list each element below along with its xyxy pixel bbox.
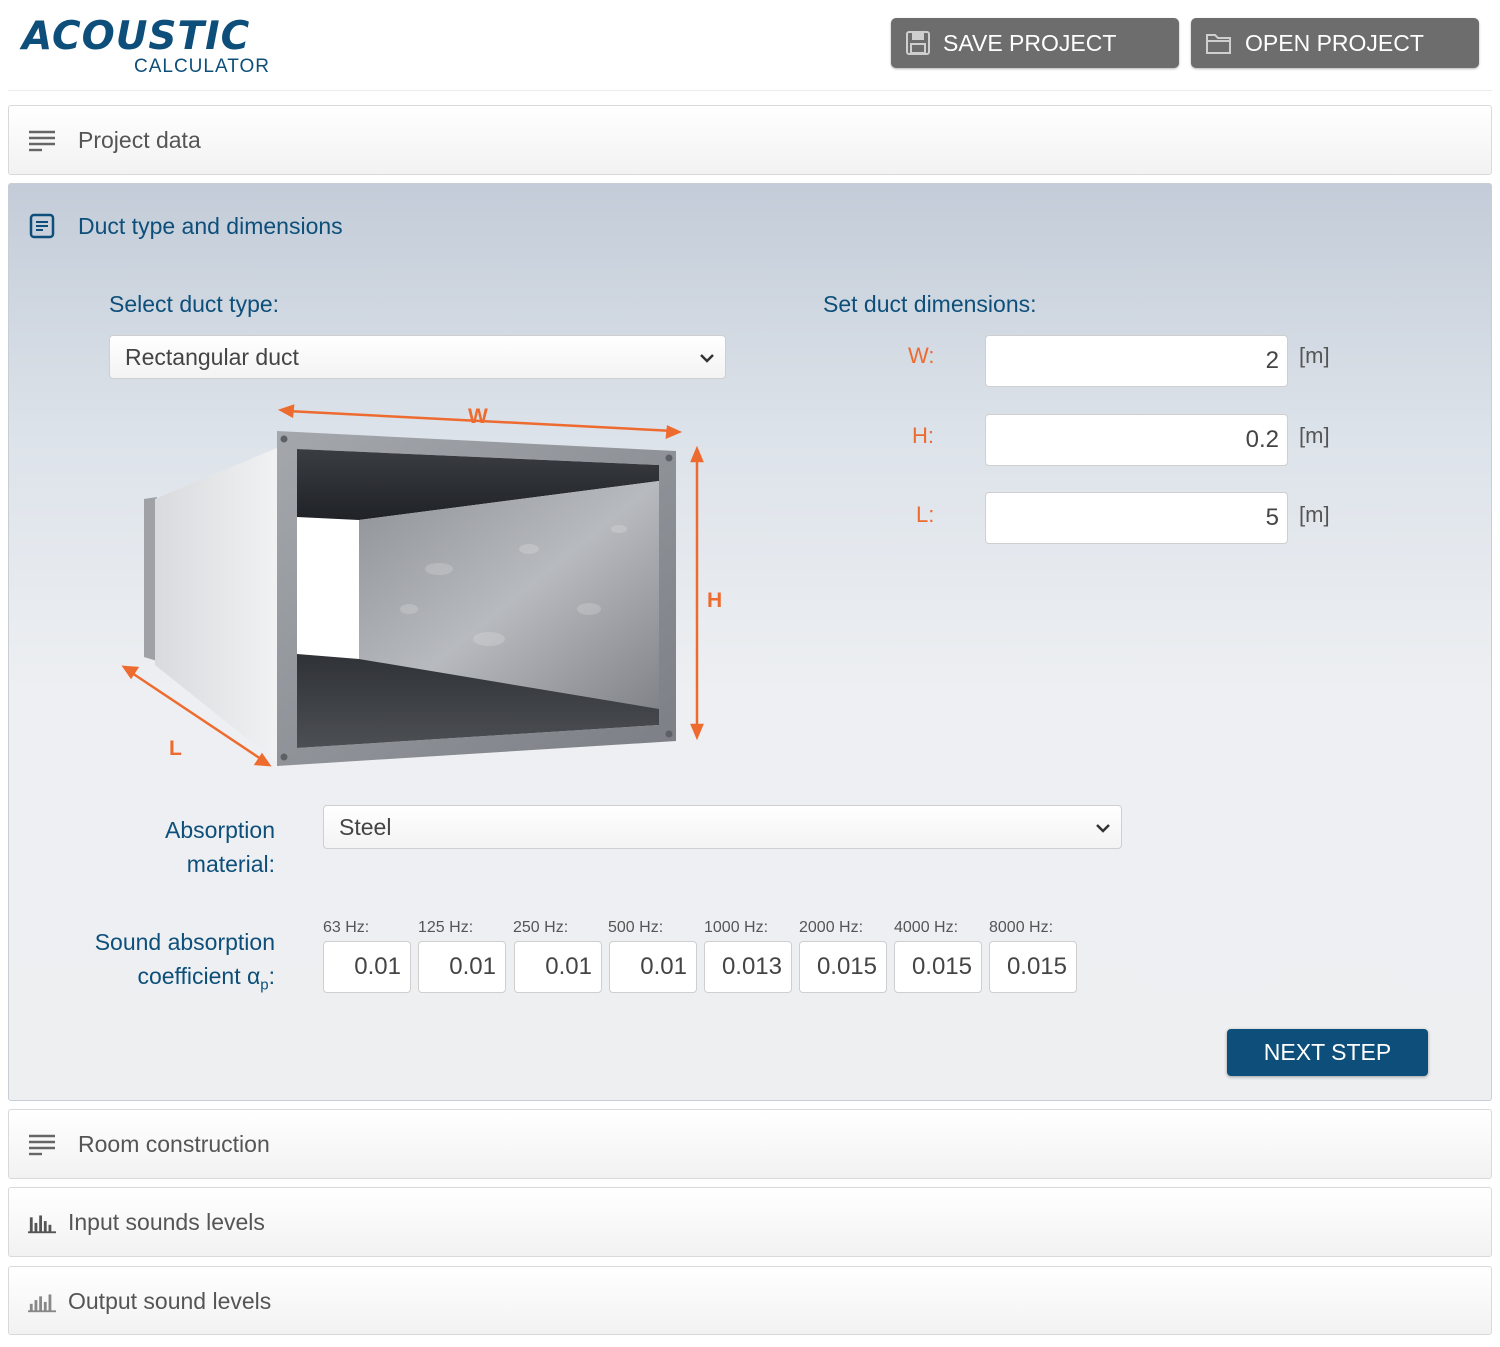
document-icon bbox=[28, 212, 56, 240]
panel-output-title: Output sound levels bbox=[68, 1287, 272, 1314]
panel-output-sound-levels[interactable]: Output sound levels bbox=[8, 1266, 1492, 1335]
panel-input-header[interactable]: Input sounds levels bbox=[9, 1188, 1491, 1256]
freq-4000-label: 4000 Hz: bbox=[894, 919, 959, 936]
diagram-length-label: L bbox=[169, 737, 182, 760]
coef-63-input[interactable]: 0.01 bbox=[323, 941, 411, 993]
width-unit: [m] bbox=[1299, 343, 1330, 368]
coef-label-subscript: p bbox=[260, 976, 269, 994]
coef-label-line2: coefficient α bbox=[137, 963, 261, 989]
list-icon bbox=[28, 1132, 56, 1156]
open-project-button[interactable]: OPEN PROJECT bbox=[1191, 18, 1479, 68]
coef-2000-input[interactable]: 0.015 bbox=[799, 941, 887, 993]
floppy-disk-icon bbox=[906, 31, 930, 55]
freq-2000-label: 2000 Hz: bbox=[799, 919, 864, 936]
height-label: H: bbox=[912, 423, 934, 448]
panel-room-header[interactable]: Room construction bbox=[9, 1110, 1491, 1178]
freq-1000-label: 1000 Hz: bbox=[704, 919, 769, 936]
freq-125-label: 125 Hz: bbox=[418, 919, 474, 936]
app-logo: ACOUSTIC CALCULATOR bbox=[22, 14, 282, 80]
absorption-label-line2: material: bbox=[186, 851, 275, 877]
length-label: L: bbox=[916, 502, 935, 527]
coef-250-input[interactable]: 0.01 bbox=[514, 941, 602, 993]
duct-illustration: W H L bbox=[121, 404, 722, 767]
sound-absorption-label: Sound absorption coefficient αp: bbox=[69, 925, 275, 1003]
save-project-button[interactable]: SAVE PROJECT bbox=[891, 18, 1179, 68]
logo-subtitle: CALCULATOR bbox=[134, 56, 270, 77]
absorption-material-select[interactable]: Steel bbox=[323, 805, 1122, 849]
list-icon bbox=[28, 128, 56, 152]
height-input[interactable]: 0.2 bbox=[985, 414, 1288, 466]
coef-4000-input[interactable]: 0.015 bbox=[894, 941, 982, 993]
freq-500-label: 500 Hz: bbox=[608, 919, 664, 936]
length-unit: [m] bbox=[1299, 502, 1330, 527]
diagram-height-label: H bbox=[707, 589, 722, 612]
set-duct-dimensions-label: Set duct dimensions: bbox=[823, 291, 1037, 317]
bar-chart-icon bbox=[28, 1288, 56, 1314]
panel-room-title: Room construction bbox=[78, 1130, 270, 1157]
width-input[interactable]: 2 bbox=[985, 335, 1288, 387]
logo-title: ACOUSTIC bbox=[22, 14, 251, 59]
width-label: W: bbox=[908, 343, 935, 368]
duct-type-value: Rectangular duct bbox=[125, 343, 299, 370]
freq-63-label: 63 Hz: bbox=[323, 919, 370, 936]
save-project-label: SAVE PROJECT bbox=[943, 29, 1117, 56]
height-unit: [m] bbox=[1299, 423, 1330, 448]
freq-250-label: 250 Hz: bbox=[513, 919, 569, 936]
chevron-down-icon bbox=[1096, 824, 1110, 833]
coef-label-line1: Sound absorption bbox=[94, 929, 275, 955]
panel-project-data-header[interactable]: Project data bbox=[9, 106, 1491, 174]
duct-type-select[interactable]: Rectangular duct bbox=[109, 335, 726, 379]
bar-chart-icon bbox=[28, 1209, 56, 1235]
chevron-down-icon bbox=[700, 354, 714, 363]
select-duct-type-label: Select duct type: bbox=[109, 291, 280, 317]
coef-125-input[interactable]: 0.01 bbox=[418, 941, 506, 993]
coef-label-colon: : bbox=[268, 963, 275, 989]
coef-1000-input[interactable]: 0.013 bbox=[704, 941, 792, 993]
open-project-label: OPEN PROJECT bbox=[1245, 29, 1424, 56]
folder-icon bbox=[1206, 34, 1231, 54]
panel-output-header[interactable]: Output sound levels bbox=[9, 1267, 1491, 1335]
panel-input-title: Input sounds levels bbox=[68, 1208, 265, 1235]
coef-500-input[interactable]: 0.01 bbox=[609, 941, 697, 993]
panel-project-data[interactable]: Project data bbox=[8, 105, 1492, 175]
panel-duct-title: Duct type and dimensions bbox=[78, 212, 343, 239]
absorption-material-label: Absorption material: bbox=[109, 813, 275, 881]
panel-project-data-title: Project data bbox=[78, 126, 201, 153]
panel-duct-header[interactable]: Duct type and dimensions bbox=[9, 184, 1491, 268]
diagram-width-label: W bbox=[468, 405, 488, 428]
panel-room-construction[interactable]: Room construction bbox=[8, 1109, 1492, 1179]
absorption-material-value: Steel bbox=[339, 813, 392, 840]
absorption-label-line1: Absorption bbox=[165, 817, 275, 843]
panel-duct: Duct type and dimensions Select duct typ… bbox=[8, 183, 1492, 1101]
panel-input-sound-levels[interactable]: Input sounds levels bbox=[8, 1187, 1492, 1257]
next-step-button[interactable]: NEXT STEP bbox=[1227, 1029, 1428, 1076]
coef-8000-input[interactable]: 0.015 bbox=[989, 941, 1077, 993]
freq-8000-label: 8000 Hz: bbox=[989, 919, 1054, 936]
length-input[interactable]: 5 bbox=[985, 492, 1288, 544]
header-divider bbox=[8, 90, 1492, 91]
